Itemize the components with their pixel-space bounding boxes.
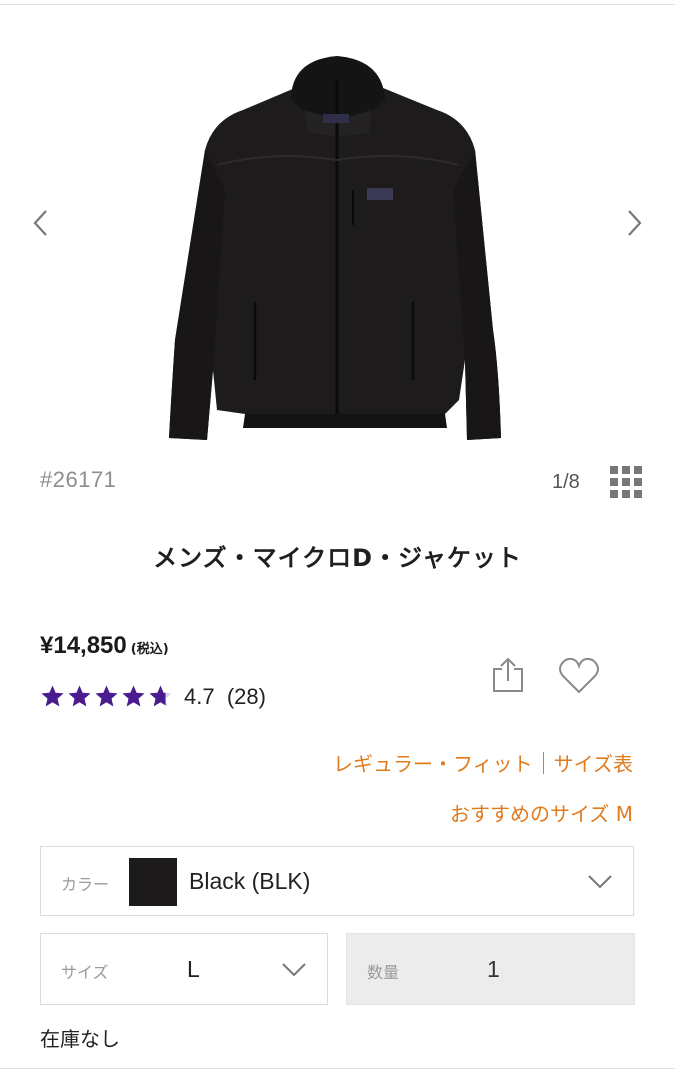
price-value: ¥14,850 [40, 632, 127, 659]
top-divider [0, 4, 675, 5]
fit-info: レギュラー・フィット サイズ表 [333, 748, 633, 777]
share-icon[interactable] [490, 655, 526, 695]
quantity-value: 1 [487, 956, 500, 982]
color-label: カラー [61, 875, 110, 894]
product-title: メンズ・マイクロD・ジャケット [153, 544, 522, 572]
size-select[interactable]: サイズ L [40, 933, 328, 1005]
star-icon [149, 685, 172, 707]
fit-label: レギュラー・フィット [332, 752, 533, 776]
quantity-field[interactable]: 数量 1 [346, 933, 635, 1005]
rating-stars[interactable] [40, 684, 175, 709]
rating-summary[interactable]: 4.7 (28) [184, 684, 266, 710]
chevron-left-icon [33, 210, 47, 236]
fit-separator [542, 751, 544, 774]
gallery-prev-button[interactable] [25, 208, 55, 238]
size-value: L [187, 956, 200, 982]
color-value: Black (BLK) [189, 868, 311, 894]
chevron-down-icon [282, 963, 306, 977]
size-chart-link[interactable]: サイズ表 [554, 748, 633, 777]
star-icon [95, 685, 118, 707]
color-swatch [129, 858, 177, 906]
star-icon [122, 685, 145, 707]
tax-note: (税込) [130, 642, 169, 657]
chevron-down-icon [588, 875, 612, 889]
product-sku: #26171 [40, 467, 117, 492]
gallery-next-button[interactable] [620, 208, 650, 238]
image-pager: 1/8 [552, 471, 580, 493]
price: ¥14,850 (税込) [40, 632, 169, 660]
review-count: (28) [226, 684, 266, 709]
grid-view-icon[interactable] [610, 466, 642, 498]
color-select[interactable]: カラー Black (BLK) [40, 846, 634, 916]
product-gallery [0, 12, 675, 442]
stock-status: 在庫なし [40, 1027, 120, 1051]
size-label: サイズ [61, 963, 109, 982]
star-icon [68, 685, 91, 707]
star-icon [41, 685, 64, 707]
bottom-divider [0, 1068, 675, 1069]
rating-value: 4.7 [184, 684, 215, 709]
recommended-size: おすすめのサイズ M [449, 802, 633, 826]
product-image-jacket[interactable] [155, 40, 520, 440]
quantity-label: 数量 [367, 963, 400, 982]
chevron-right-icon [628, 210, 642, 236]
heart-icon[interactable] [558, 657, 600, 695]
